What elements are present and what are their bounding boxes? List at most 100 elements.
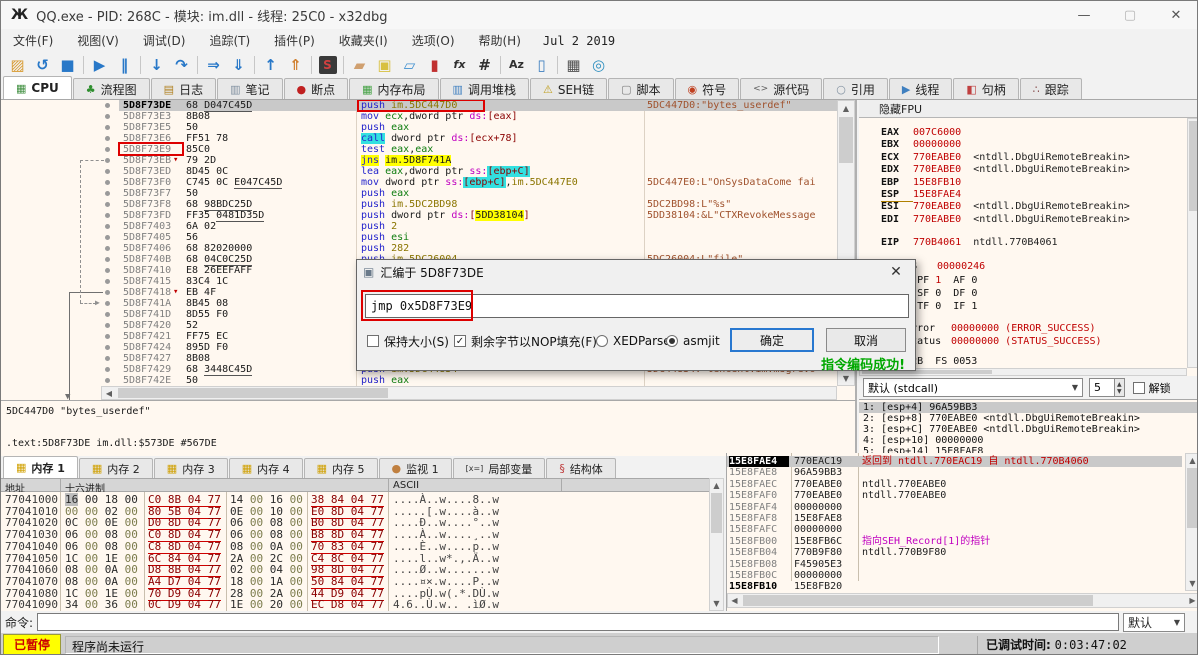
close-button[interactable]: ✕ (1153, 1, 1197, 29)
run-to-user-code-icon[interactable]: ⇑ (283, 54, 308, 76)
hash-icon[interactable]: # (472, 54, 497, 76)
cancel-button[interactable]: 取消 (826, 328, 906, 352)
tab-结构体[interactable]: § 结构体 (546, 458, 616, 478)
disasm-hscrollbar[interactable]: ◀ (101, 386, 837, 400)
calculator-icon[interactable]: ▦ (561, 54, 586, 76)
breakpoint-dot[interactable] (105, 180, 110, 185)
register-row-EDX[interactable]: EDX 770EABE0 <ntdll.DbgUiRemoteBreakin> (881, 164, 1130, 176)
breakpoint-dot[interactable] (105, 301, 110, 306)
breakpoint-dot[interactable] (105, 345, 110, 350)
registers-vscrollbar[interactable] (1187, 118, 1197, 368)
tab-CPU[interactable]: ▦ CPU (3, 76, 72, 99)
disasm-row[interactable]: 5D8F73E5 50 push eax (1, 122, 837, 133)
menu-item-H[interactable]: 帮助(H) (467, 29, 533, 52)
tab-线程[interactable]: ▶ 线程 (888, 78, 953, 99)
arg-depth-input[interactable]: 5 (1089, 378, 1115, 397)
breakpoint-dot[interactable] (105, 147, 110, 152)
breakpoint-dot[interactable] (105, 312, 110, 317)
tab-源代码[interactable]: <> 源代码 (740, 78, 823, 99)
run-icon[interactable]: ▶ (87, 54, 112, 76)
stack-row[interactable]: 15E8FAE8 96A59BB3 (727, 467, 1182, 478)
disasm-row[interactable]: 5D8F73EB ▾ 79 2D jns im.5D8F741A (1, 155, 837, 166)
tab-句柄[interactable]: ◧ 句柄 (953, 78, 1019, 99)
breakpoint-dot[interactable] (105, 103, 110, 108)
disasm-row[interactable]: 5D8F73FD FF35 0481D35D push dword ptr ds:[… (1, 210, 837, 222)
scroll-left-arrow[interactable]: ◀ (728, 594, 741, 607)
disasm-row[interactable]: 5D8F73E3 8B08 mov ecx,dword ptr ds:[eax] (1, 111, 837, 122)
pause-icon[interactable]: ‖ (112, 54, 137, 76)
trace-over-icon[interactable]: ⇓ (226, 54, 251, 76)
breakpoint-dot[interactable] (105, 279, 110, 284)
register-row-EBP[interactable]: EBP 15E8FB10 (881, 177, 961, 189)
breakpoint-dot[interactable] (105, 246, 110, 251)
calling-convention-select[interactable]: 默认 (stdcall) ▼ (863, 378, 1083, 397)
scroll-left-arrow[interactable]: ◀ (102, 387, 116, 399)
scroll-down-arrow[interactable]: ▼ (838, 371, 854, 385)
notify-icon[interactable]: ▯ (529, 54, 554, 76)
tab-内存布局[interactable]: ▦ 内存布局 (349, 78, 439, 99)
labels-icon[interactable]: ▱ (397, 54, 422, 76)
disasm-row[interactable]: 5D8F73ED 8D45 0C lea eax,dword ptr ss:[ebp… (1, 166, 837, 177)
tab-内存2[interactable]: ▦ 内存 2 (78, 458, 153, 478)
step-into-icon[interactable]: ↓ (144, 54, 169, 76)
breakpoint-dot[interactable] (105, 202, 110, 207)
register-row-EAX[interactable]: EAX 007C6000 (881, 127, 961, 139)
breakpoint-dot[interactable] (105, 158, 110, 163)
arg-depth-stepper[interactable]: ▲ ▼ (1115, 378, 1125, 397)
stack-row[interactable]: 15E8FAEC 770EABE0 ntdll.770EABE0 (727, 479, 1182, 490)
tab-监视1[interactable]: ● 监视 1 (378, 458, 452, 478)
stack-row[interactable]: 15E8FB04 770B9F80 ntdll.770B9F80 (727, 547, 1182, 558)
xedparse-radio[interactable]: XEDParse (596, 328, 671, 354)
tab-跟踪[interactable]: ∴ 跟踪 (1019, 78, 1082, 99)
dialog-title-bar[interactable]: ▣ 汇编于 5D8F73DE ✕ (357, 260, 915, 284)
breakpoint-dot[interactable] (105, 191, 110, 196)
stop-condition-icon[interactable]: S (315, 54, 340, 76)
breakpoint-dot[interactable] (105, 356, 110, 361)
stack-row[interactable]: 15E8FAE4 770EAC19 返回到 ntdll.770EAC19 自 ntd… (727, 456, 1182, 468)
register-row-ESP[interactable]: ESP 15E8FAE4 (881, 189, 961, 202)
tab-局部变量[interactable]: [x=] 局部变量 (452, 458, 546, 478)
tab-调用堆栈[interactable]: ▥ 调用堆栈 (439, 78, 529, 99)
tab-内存5[interactable]: ▦ 内存 5 (303, 458, 378, 478)
breakpoint-dot[interactable] (105, 169, 110, 174)
scroll-thumb[interactable] (711, 493, 722, 533)
tab-内存1[interactable]: ▦ 内存 1 (3, 456, 78, 478)
menu-item-I[interactable]: 收藏夹(I) (327, 29, 400, 52)
scroll-thumb[interactable] (1187, 468, 1197, 528)
stack-row[interactable]: 15E8FB08 F45905E3 (727, 559, 1182, 570)
stack-row[interactable]: 15E8FAF8 15E8FAE8 (727, 513, 1182, 524)
disasm-row[interactable]: 5D8F73F0 C745 0C E047C45D mov dword ptr ss… (1, 177, 837, 189)
run-till-return-icon[interactable]: ↑ (258, 54, 283, 76)
patches-icon[interactable]: ▰ (347, 54, 372, 76)
stack-hscrollbar[interactable]: ◀ ▶ (727, 593, 1197, 608)
open-file-icon[interactable]: ▨ (5, 54, 30, 76)
globe-icon[interactable]: ◎ (586, 54, 611, 76)
tab-引用[interactable]: ○ 引用 (823, 78, 888, 99)
menu-item-F[interactable]: 文件(F) (1, 29, 65, 52)
stop-icon[interactable]: ■ (55, 54, 80, 76)
breakpoint-dot[interactable] (105, 235, 110, 240)
menu-item-D[interactable]: 调试(D) (131, 29, 198, 52)
scroll-thumb[interactable] (118, 388, 388, 398)
tab-内存4[interactable]: ▦ 内存 4 (228, 458, 303, 478)
scroll-down-arrow[interactable]: ▼ (710, 597, 723, 610)
tab-脚本[interactable]: ▢ 脚本 (608, 78, 674, 99)
dialog-close-button[interactable]: ✕ (881, 260, 911, 284)
register-row-ECX[interactable]: ECX 770EABE0 <ntdll.DbgUiRemoteBreakin> (881, 152, 1130, 164)
breakpoint-dot[interactable] (105, 378, 110, 383)
scroll-up-arrow[interactable]: ▲ (710, 479, 723, 492)
tab-流程图[interactable]: ♣ 流程图 (72, 78, 150, 99)
dump-vscrollbar[interactable]: ▲ ▼ (709, 478, 724, 611)
scroll-down-arrow[interactable]: ▼ (1186, 577, 1197, 590)
tab-符号[interactable]: ◉ 符号 (674, 78, 740, 99)
breakpoint-dot[interactable] (105, 334, 110, 339)
tab-断点[interactable]: ● 断点 (283, 78, 349, 99)
hide-fpu-button[interactable]: 隐藏FPU (859, 100, 1197, 118)
breakpoint-dot[interactable] (105, 125, 110, 130)
argument-row[interactable]: 2: [esp+8] 770EABE0 <ntdll.DbgUiRemoteBr… (859, 413, 1197, 424)
argument-row[interactable]: 4: [esp+10] 00000000 (859, 435, 1197, 446)
stack-row[interactable]: 15E8FAFC 00000000 (727, 524, 1182, 535)
scroll-thumb[interactable] (839, 117, 853, 163)
tab-内存3[interactable]: ▦ 内存 3 (153, 458, 228, 478)
scroll-up-arrow[interactable]: ▲ (838, 101, 854, 115)
